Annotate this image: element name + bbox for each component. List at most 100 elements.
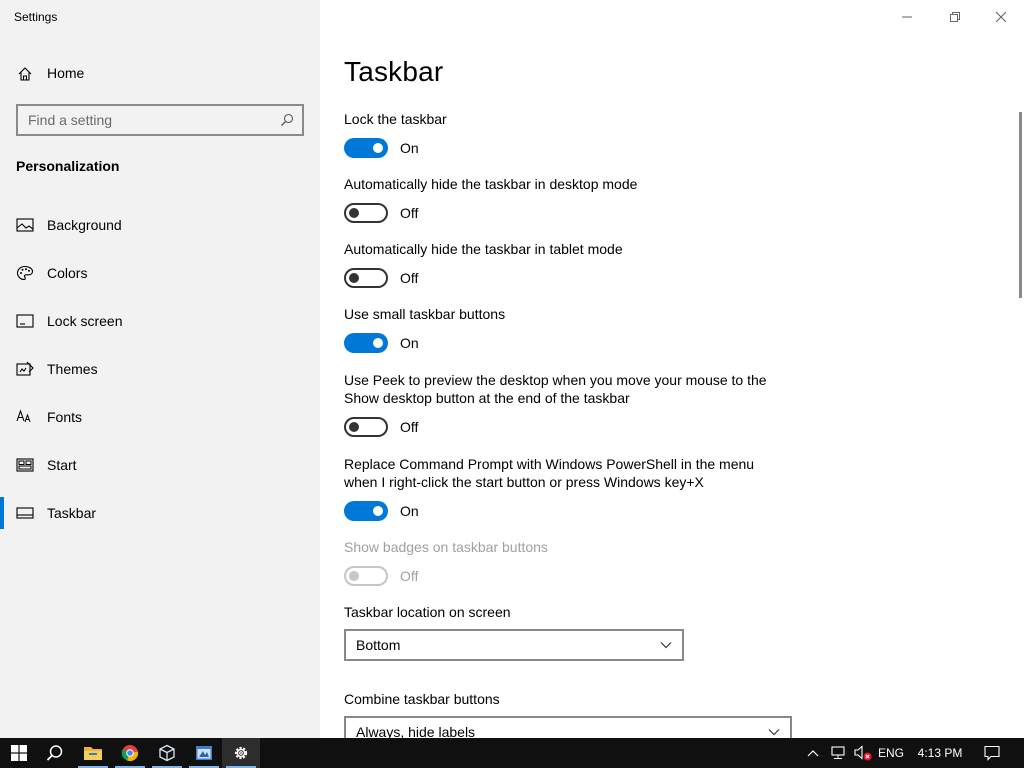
sidebar-item-label: Lock screen (47, 313, 123, 329)
toggle-state: On (400, 335, 419, 351)
sidebar-item-start[interactable]: Start (0, 445, 320, 485)
folder-icon (84, 747, 102, 760)
setting-label: Use Peek to preview the desktop when you… (344, 372, 767, 406)
sidebar-item-themes[interactable]: Themes (0, 349, 320, 389)
toggle-knob (349, 273, 359, 283)
file-explorer-button[interactable] (74, 738, 112, 768)
notification-icon (984, 745, 1000, 761)
search-input[interactable]: Find a setting (16, 104, 304, 136)
toggle-knob (373, 338, 383, 348)
setting-small-buttons: Use small taskbar buttons (344, 305, 804, 323)
system-clock[interactable]: 4:13 PM (912, 738, 968, 768)
sidebar-item-taskbar[interactable]: Taskbar (0, 493, 320, 533)
fonts-icon (16, 409, 31, 423)
badges-toggle (344, 566, 388, 586)
setting-autohide-tablet: Automatically hide the taskbar in tablet… (344, 240, 804, 258)
remote-app-button[interactable] (185, 738, 223, 768)
toggle-knob (373, 506, 383, 516)
app-window-icon (196, 746, 212, 760)
windows-logo-icon (11, 745, 27, 761)
small-buttons-toggle[interactable] (344, 333, 388, 353)
toggle-row: Off (344, 267, 418, 289)
toggle-knob (349, 208, 359, 218)
search-icon (46, 745, 63, 761)
taskbar-icon (16, 507, 34, 519)
toggle-knob (349, 571, 359, 581)
sidebar-item-background[interactable]: Background (0, 205, 320, 245)
minimize-button[interactable] (884, 6, 930, 28)
themes-icon (16, 361, 34, 376)
search-button[interactable] (36, 738, 74, 768)
windows-taskbar: ENG 4:13 PM (0, 738, 1024, 768)
input-language[interactable]: ENG (876, 738, 906, 768)
lock-taskbar-toggle[interactable] (344, 138, 388, 158)
chrome-button[interactable] (111, 738, 149, 768)
toggle-row: On (344, 332, 419, 354)
autohide-desktop-toggle[interactable] (344, 203, 388, 223)
taskbar-location-dropdown[interactable]: Bottom (344, 629, 684, 661)
setting-label: Use small taskbar buttons (344, 306, 506, 322)
show-hidden-icons-button[interactable] (804, 738, 822, 768)
network-button[interactable] (828, 738, 848, 768)
app-title: Settings (14, 10, 58, 24)
settings-app-button[interactable] (222, 738, 260, 768)
sidebar-item-colors[interactable]: Colors (0, 253, 320, 293)
setting-label: Show badges on taskbar buttons (344, 539, 548, 555)
sidebar-item-label: Fonts (47, 409, 83, 425)
dropdown-value: Always, hide labels (356, 724, 476, 738)
setting-autohide-desktop: Automatically hide the taskbar in deskto… (344, 175, 804, 193)
network-icon (831, 746, 845, 759)
chevron-down-icon (660, 642, 672, 649)
home-icon (18, 67, 32, 81)
active-indicator (0, 497, 4, 529)
action-center-button[interactable] (978, 738, 1006, 768)
setting-label: Combine taskbar buttons (344, 691, 500, 707)
sidebar-item-label: Taskbar (47, 505, 97, 521)
setting-location: Taskbar location on screen (344, 603, 804, 621)
toggle-state: Off (400, 270, 419, 286)
lock-screen-icon (16, 314, 34, 328)
toggle-row: On (344, 137, 419, 159)
settings-main: Taskbar Lock the taskbar On Automaticall… (320, 0, 1024, 738)
virtualbox-button[interactable] (148, 738, 186, 768)
close-icon (995, 11, 1007, 23)
toggle-state: Off (400, 568, 419, 584)
sidebar-item-fonts[interactable]: Fonts (0, 397, 320, 437)
minimize-icon (902, 16, 912, 18)
setting-powershell: Replace Command Prompt with Windows Powe… (344, 455, 784, 491)
settings-sidebar: Settings Home Find a setting Personaliza… (0, 0, 320, 738)
palette-icon (16, 265, 34, 281)
dropdown-value: Bottom (356, 637, 401, 653)
peek-toggle[interactable] (344, 417, 388, 437)
start-button[interactable] (0, 738, 38, 768)
page-title: Taskbar (344, 56, 444, 87)
autohide-tablet-toggle[interactable] (344, 268, 388, 288)
sidebar-item-label: Colors (47, 265, 88, 281)
image-icon (16, 218, 34, 232)
powershell-toggle[interactable] (344, 501, 388, 521)
toggle-knob (373, 143, 383, 153)
sidebar-item-label: Start (47, 457, 77, 473)
setting-combine: Combine taskbar buttons (344, 690, 804, 708)
home-nav-item[interactable]: Home (0, 58, 320, 90)
volume-button[interactable] (852, 738, 874, 768)
setting-label: Taskbar location on screen (344, 604, 511, 620)
toggle-state: On (400, 140, 419, 156)
restore-button[interactable] (932, 6, 978, 28)
search-placeholder: Find a setting (28, 112, 113, 128)
toggle-row: Off (344, 565, 418, 587)
close-button[interactable] (978, 6, 1024, 28)
sidebar-item-label: Themes (47, 361, 98, 377)
toggle-row: Off (344, 416, 418, 438)
setting-lock-taskbar: Lock the taskbar (344, 110, 804, 128)
chrome-icon (121, 745, 139, 762)
sidebar-item-lock-screen[interactable]: Lock screen (0, 301, 320, 341)
scrollbar[interactable] (1019, 112, 1022, 298)
section-title: Personalization (16, 158, 120, 174)
combine-buttons-dropdown[interactable]: Always, hide labels (344, 716, 792, 738)
start-icon (16, 458, 34, 472)
toggle-knob (349, 422, 359, 432)
toggle-state: Off (400, 205, 419, 221)
chevron-up-icon (807, 750, 819, 757)
gear-icon (234, 746, 248, 760)
